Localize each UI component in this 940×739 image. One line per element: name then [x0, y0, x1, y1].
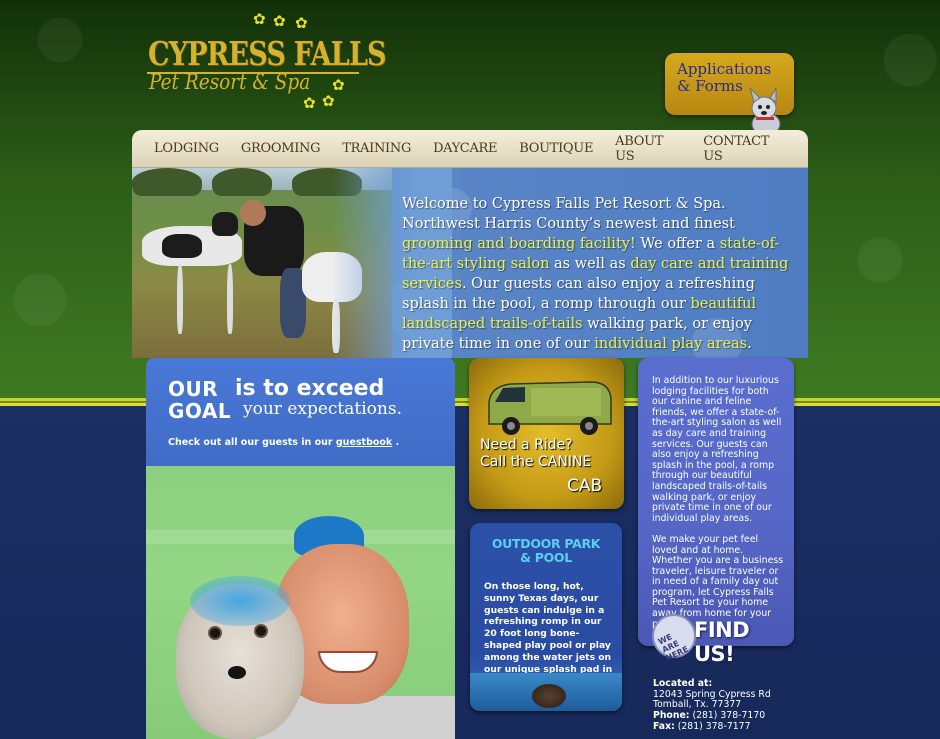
we-are-here-badge-icon: WE ARE HERE: [652, 614, 696, 663]
photo-dog: [302, 252, 362, 302]
nav-item-boutique[interactable]: BOUTIQUE: [519, 141, 593, 156]
hero-text-part: as well as: [549, 256, 631, 272]
info-paragraph-1: In addition to our luxurious lodging fac…: [652, 375, 782, 524]
goal-our-text: OUR: [168, 377, 219, 401]
photo-dog-leg: [177, 264, 183, 334]
nav-item-training[interactable]: TRAINING: [342, 141, 411, 156]
find-badge-text: WE ARE HERE: [656, 632, 690, 663]
photo-tree: [212, 168, 272, 196]
logo-subtitle: Pet Resort & Spa: [149, 70, 311, 94]
about-info-text: In addition to our luxurious lodging fac…: [652, 375, 786, 641]
about-info-panel: In addition to our luxurious lodging fac…: [638, 358, 794, 646]
hero-highlight[interactable]: individual play areas: [594, 336, 747, 352]
goal-panel: OUR GOAL is to exceed your expectations.…: [146, 358, 455, 739]
hero-welcome-text: Welcome to Cypress Falls Pet Resort & Sp…: [402, 194, 794, 354]
nav-item-contact-us[interactable]: CONTACT US: [703, 134, 786, 164]
find-us-button[interactable]: WE ARE HERE FIND US!: [652, 612, 784, 666]
goal-expectations-text: your expectations.: [243, 399, 402, 419]
hero-text-part: Welcome to Cypress Falls Pet Resort & Sp…: [402, 196, 735, 232]
goal-header: OUR GOAL is to exceed your expectations.…: [146, 358, 455, 466]
photo-dog-blue-fur: [190, 576, 290, 626]
van-icon: [488, 381, 612, 435]
find-us-label: FIND US!: [694, 618, 750, 666]
fax-label: Fax:: [653, 720, 675, 732]
photo-dog: [212, 212, 238, 236]
guestbook-suffix: .: [392, 437, 400, 448]
swimming-dog: [532, 684, 566, 708]
hero-text-part: .: [747, 336, 752, 352]
outdoor-park-promo[interactable]: OUTDOOR PARK & POOL On those long, hot, …: [470, 523, 622, 711]
hero-highlight[interactable]: grooming and boarding facility!: [402, 236, 636, 252]
goal-exceed-text: is to exceed: [235, 376, 385, 401]
nav-item-daycare[interactable]: DAYCARE: [433, 141, 497, 156]
groomer-with-dog-photo: [146, 466, 455, 739]
phone-label: Phone:: [653, 710, 690, 722]
guestbook-link[interactable]: guestbook: [336, 437, 392, 448]
nav-item-about-us[interactable]: ABOUT US: [615, 134, 681, 164]
photo-person-head: [240, 200, 266, 226]
site-logo[interactable]: ✿ ✿ ✿ ✿ ✿ ✿ CYPRESS FALLS Pet Resort & S…: [145, 10, 387, 117]
paw-icon: ✿: [322, 92, 335, 110]
canine-cab-promo[interactable]: Need a Ride? Call the CANINE CAB: [469, 358, 624, 509]
hero-text-part: We offer a: [635, 236, 720, 252]
paw-icon: ✿: [273, 12, 286, 30]
photo-tree: [132, 168, 202, 196]
photo-tree: [292, 168, 362, 196]
cab-call-line: Call the CANINE: [480, 454, 592, 470]
park-title: OUTDOOR PARK & POOL: [470, 537, 622, 565]
paw-icon: ✿: [332, 76, 345, 94]
hero-photo-dogs: [132, 168, 452, 358]
park-title-line2: & POOL: [520, 550, 572, 565]
logo-title: CYPRESS FALLS: [148, 34, 387, 73]
nav-item-grooming[interactable]: GROOMING: [241, 141, 321, 156]
applications-label-line1: Applications: [677, 60, 772, 78]
location-heading: Located at:: [653, 678, 713, 689]
fax-number: (281) 378-7177: [677, 720, 751, 732]
photo-dog-leg: [227, 264, 233, 334]
guestbook-prefix: Check out all our guests in our: [168, 437, 336, 448]
park-title-line1: OUTDOOR PARK: [491, 536, 601, 551]
nav-item-lodging[interactable]: LODGING: [154, 141, 219, 156]
main-navigation: LODGING GROOMING TRAINING DAYCARE BOUTIQ…: [132, 130, 808, 168]
paw-icon: ✿: [303, 94, 316, 112]
location-info: Located at: 12043 Spring Cypress Rd Tomb…: [653, 678, 793, 733]
hero-banner: Welcome to Cypress Falls Pet Resort & Sp…: [132, 168, 808, 358]
paw-icon: ✿: [253, 10, 266, 28]
photo-dog-leg: [332, 298, 340, 353]
phone-number[interactable]: (281) 378-7170: [692, 710, 765, 721]
photo-dog-eye: [208, 626, 222, 640]
guestbook-line: Check out all our guests in our guestboo…: [168, 437, 399, 448]
cab-call-the: Call the CANINE: [480, 455, 591, 470]
applications-label-line2: & Forms: [677, 77, 743, 95]
address-line-1: 12043 Spring Cypress Rd: [653, 688, 771, 700]
photo-dog: [162, 234, 202, 258]
cab-need-ride: Need a Ride?: [480, 437, 573, 453]
goal-goal-text: GOAL: [168, 399, 232, 423]
photo-dog-eye: [254, 624, 268, 638]
paw-icon: ✿: [295, 14, 308, 32]
cab-cab-word: CAB: [567, 476, 603, 496]
address-line-2: Tomball, Tx. 77377: [653, 699, 742, 711]
goal-heading: OUR GOAL: [168, 378, 231, 422]
photo-dog-nose: [228, 666, 246, 679]
